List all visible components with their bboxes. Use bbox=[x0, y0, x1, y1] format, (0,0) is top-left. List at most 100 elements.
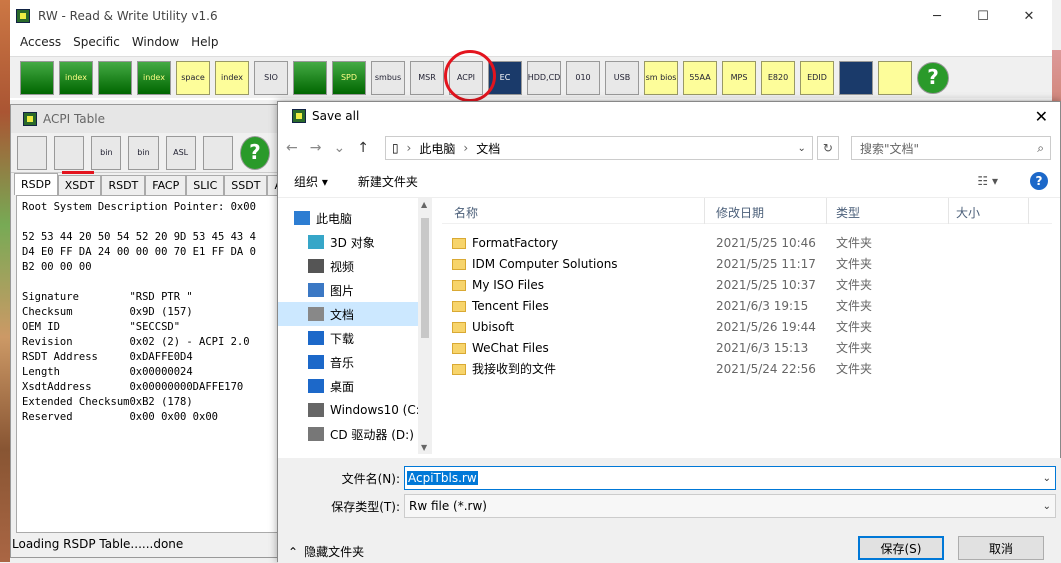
e820-button[interactable]: E820 bbox=[761, 60, 795, 95]
tree-item[interactable]: 图片 bbox=[278, 278, 432, 302]
filename-dropdown-icon[interactable]: ⌄ bbox=[1043, 473, 1051, 484]
usb-button[interactable]: USB bbox=[605, 60, 639, 95]
save-all-icon-button[interactable] bbox=[54, 135, 85, 170]
pci-index-button[interactable]: index bbox=[59, 60, 93, 95]
tree-item[interactable]: CD 驱动器 (D:) bbox=[278, 422, 432, 446]
acpi-title-bar: ACPI Table bbox=[11, 105, 277, 133]
tab-slic[interactable]: SLIC bbox=[186, 175, 225, 195]
menu-specific[interactable]: Specific bbox=[67, 35, 126, 49]
list-item[interactable]: IDM Computer Solutions 2021/5/25 11:17 文件夹 bbox=[442, 253, 1052, 274]
rsdp-dump-text[interactable]: Root System Description Pointer: 0x00 52… bbox=[16, 195, 278, 533]
forward-arrow-icon[interactable]: → bbox=[310, 140, 322, 156]
tree-item[interactable]: 音乐 bbox=[278, 350, 432, 374]
tree-item-label: 视频 bbox=[330, 259, 355, 274]
chevron-down-icon[interactable]: ⌄ bbox=[798, 143, 806, 154]
mps-button[interactable]: MPS bbox=[722, 60, 756, 95]
tree-scrollbar[interactable]: ▲ ▼ bbox=[418, 198, 432, 454]
save-button[interactable]: 保存(S) bbox=[858, 536, 944, 560]
tree-item[interactable]: 桌面 bbox=[278, 374, 432, 398]
tree-item-label: 音乐 bbox=[330, 355, 355, 370]
asl-button[interactable]: ASL bbox=[165, 135, 196, 170]
minimize-button[interactable]: ─ bbox=[914, 0, 960, 32]
dialog-close-icon[interactable]: ✕ bbox=[1035, 107, 1048, 126]
file-type: 文件夹 bbox=[836, 299, 873, 313]
red-annotation-circle bbox=[444, 50, 496, 102]
breadcrumb-this-pc[interactable]: 此电脑 bbox=[419, 140, 455, 157]
address-bar[interactable]: ▯ › 此电脑 › 文档 ⌄ bbox=[384, 136, 813, 160]
maximize-button[interactable]: ☐ bbox=[960, 0, 1006, 32]
menu-window[interactable]: Window bbox=[126, 35, 185, 49]
tree-item[interactable]: 文档 bbox=[278, 302, 432, 326]
tree-item[interactable]: Windows10 (C: bbox=[278, 398, 432, 422]
tab-ssdt[interactable]: SSDT bbox=[224, 175, 268, 195]
search-input[interactable]: 搜索"文档" ⌕ bbox=[850, 136, 1051, 160]
filetype-select[interactable]: Rw file (*.rw) ⌄ bbox=[404, 494, 1056, 518]
battery-button[interactable] bbox=[878, 60, 912, 95]
msr-button[interactable]: MSR bbox=[410, 60, 444, 95]
menu-help[interactable]: Help bbox=[185, 35, 224, 49]
list-item[interactable]: WeChat Files 2021/6/3 15:13 文件夹 bbox=[442, 337, 1052, 358]
memory-button[interactable] bbox=[98, 60, 132, 95]
folder-icon bbox=[308, 283, 324, 297]
spd-button[interactable]: SPD bbox=[332, 60, 366, 95]
hex-button[interactable]: 010 bbox=[566, 60, 600, 95]
wave-button[interactable] bbox=[293, 60, 327, 95]
acpi-tabs: RSDP XSDT RSDT FACP SLIC SSDT A bbox=[11, 173, 289, 195]
tree-item[interactable]: 下载 bbox=[278, 326, 432, 350]
save-icon-button[interactable] bbox=[17, 135, 48, 170]
sio-button[interactable]: SIO bbox=[254, 60, 288, 95]
55aa-button[interactable]: 55AA bbox=[683, 60, 717, 95]
io-index-button[interactable]: index bbox=[215, 60, 249, 95]
smbios-button[interactable]: sm bios bbox=[644, 60, 678, 95]
organize-button[interactable]: 组织 ▾ bbox=[294, 173, 328, 190]
list-item[interactable]: Tencent Files 2021/6/3 19:15 文件夹 bbox=[442, 295, 1052, 316]
close-button[interactable]: ✕ bbox=[1006, 0, 1052, 32]
column-date[interactable]: 修改日期 bbox=[716, 204, 764, 221]
up-arrow-icon[interactable]: ↑ bbox=[357, 140, 369, 156]
acpi-help-button[interactable]: ? bbox=[239, 135, 270, 170]
column-name[interactable]: 名称 bbox=[454, 204, 478, 221]
main-toolbar: index index space index SIO SPD smbus MS… bbox=[10, 56, 1052, 98]
tab-facp[interactable]: FACP bbox=[145, 175, 187, 195]
back-arrow-icon[interactable]: ← bbox=[286, 140, 298, 156]
tree-item[interactable]: 此电脑 bbox=[278, 206, 432, 230]
breadcrumb-documents[interactable]: 文档 bbox=[476, 140, 500, 157]
refresh-icon[interactable]: ↻ bbox=[816, 136, 839, 160]
filetype-dropdown-icon[interactable]: ⌄ bbox=[1043, 501, 1051, 512]
tab-xsdt[interactable]: XSDT bbox=[57, 175, 102, 195]
view-options-icon[interactable]: ☷ ▾ bbox=[977, 174, 998, 188]
save-all-bin-button[interactable]: bin bbox=[128, 135, 159, 170]
menu-access[interactable]: Access bbox=[14, 35, 67, 49]
file-name: FormatFactory bbox=[452, 236, 558, 250]
list-item[interactable]: My ISO Files 2021/5/25 10:37 文件夹 bbox=[442, 274, 1052, 295]
smbus-button[interactable]: smbus bbox=[371, 60, 405, 95]
save-bin-button[interactable]: bin bbox=[91, 135, 122, 170]
pci-button[interactable] bbox=[20, 60, 54, 95]
new-folder-button[interactable]: 新建文件夹 bbox=[358, 173, 418, 190]
io-space-button[interactable]: space bbox=[176, 60, 210, 95]
folder-icon bbox=[308, 331, 324, 345]
list-item[interactable]: Ubisoft 2021/5/26 19:44 文件夹 bbox=[442, 316, 1052, 337]
help-button[interactable]: ? bbox=[917, 61, 949, 94]
file-name-text: FormatFactory bbox=[472, 235, 559, 250]
tree-item[interactable]: 视频 bbox=[278, 254, 432, 278]
column-size[interactable]: 大小 bbox=[956, 204, 980, 221]
command-button[interactable] bbox=[839, 60, 873, 95]
cancel-button[interactable]: 取消 bbox=[958, 536, 1044, 560]
tab-rsdp[interactable]: RSDP bbox=[14, 173, 58, 195]
status-bar: Loading RSDP Table......done bbox=[12, 537, 184, 551]
memory-index-button[interactable]: index bbox=[137, 60, 171, 95]
help-icon[interactable]: ? bbox=[1030, 172, 1048, 190]
binoculars-icon-button[interactable] bbox=[202, 135, 233, 170]
hdd-cd-button[interactable]: HDD,CD bbox=[527, 60, 561, 95]
column-type[interactable]: 类型 bbox=[836, 204, 860, 221]
hide-folders-toggle[interactable]: ⌃ 隐藏文件夹 bbox=[288, 543, 364, 560]
tab-rsdt[interactable]: RSDT bbox=[101, 175, 146, 195]
filename-input[interactable]: AcpiTbls.rw ⌄ bbox=[404, 466, 1056, 490]
list-item[interactable]: 我接收到的文件 2021/5/24 22:56 文件夹 bbox=[442, 358, 1052, 379]
folder-icon bbox=[308, 235, 324, 249]
list-item[interactable]: FormatFactory 2021/5/25 10:46 文件夹 bbox=[442, 232, 1052, 253]
tree-item[interactable]: 3D 对象 bbox=[278, 230, 432, 254]
edid-button[interactable]: EDID bbox=[800, 60, 834, 95]
recent-dropdown-icon[interactable]: ⌄ bbox=[333, 140, 345, 156]
